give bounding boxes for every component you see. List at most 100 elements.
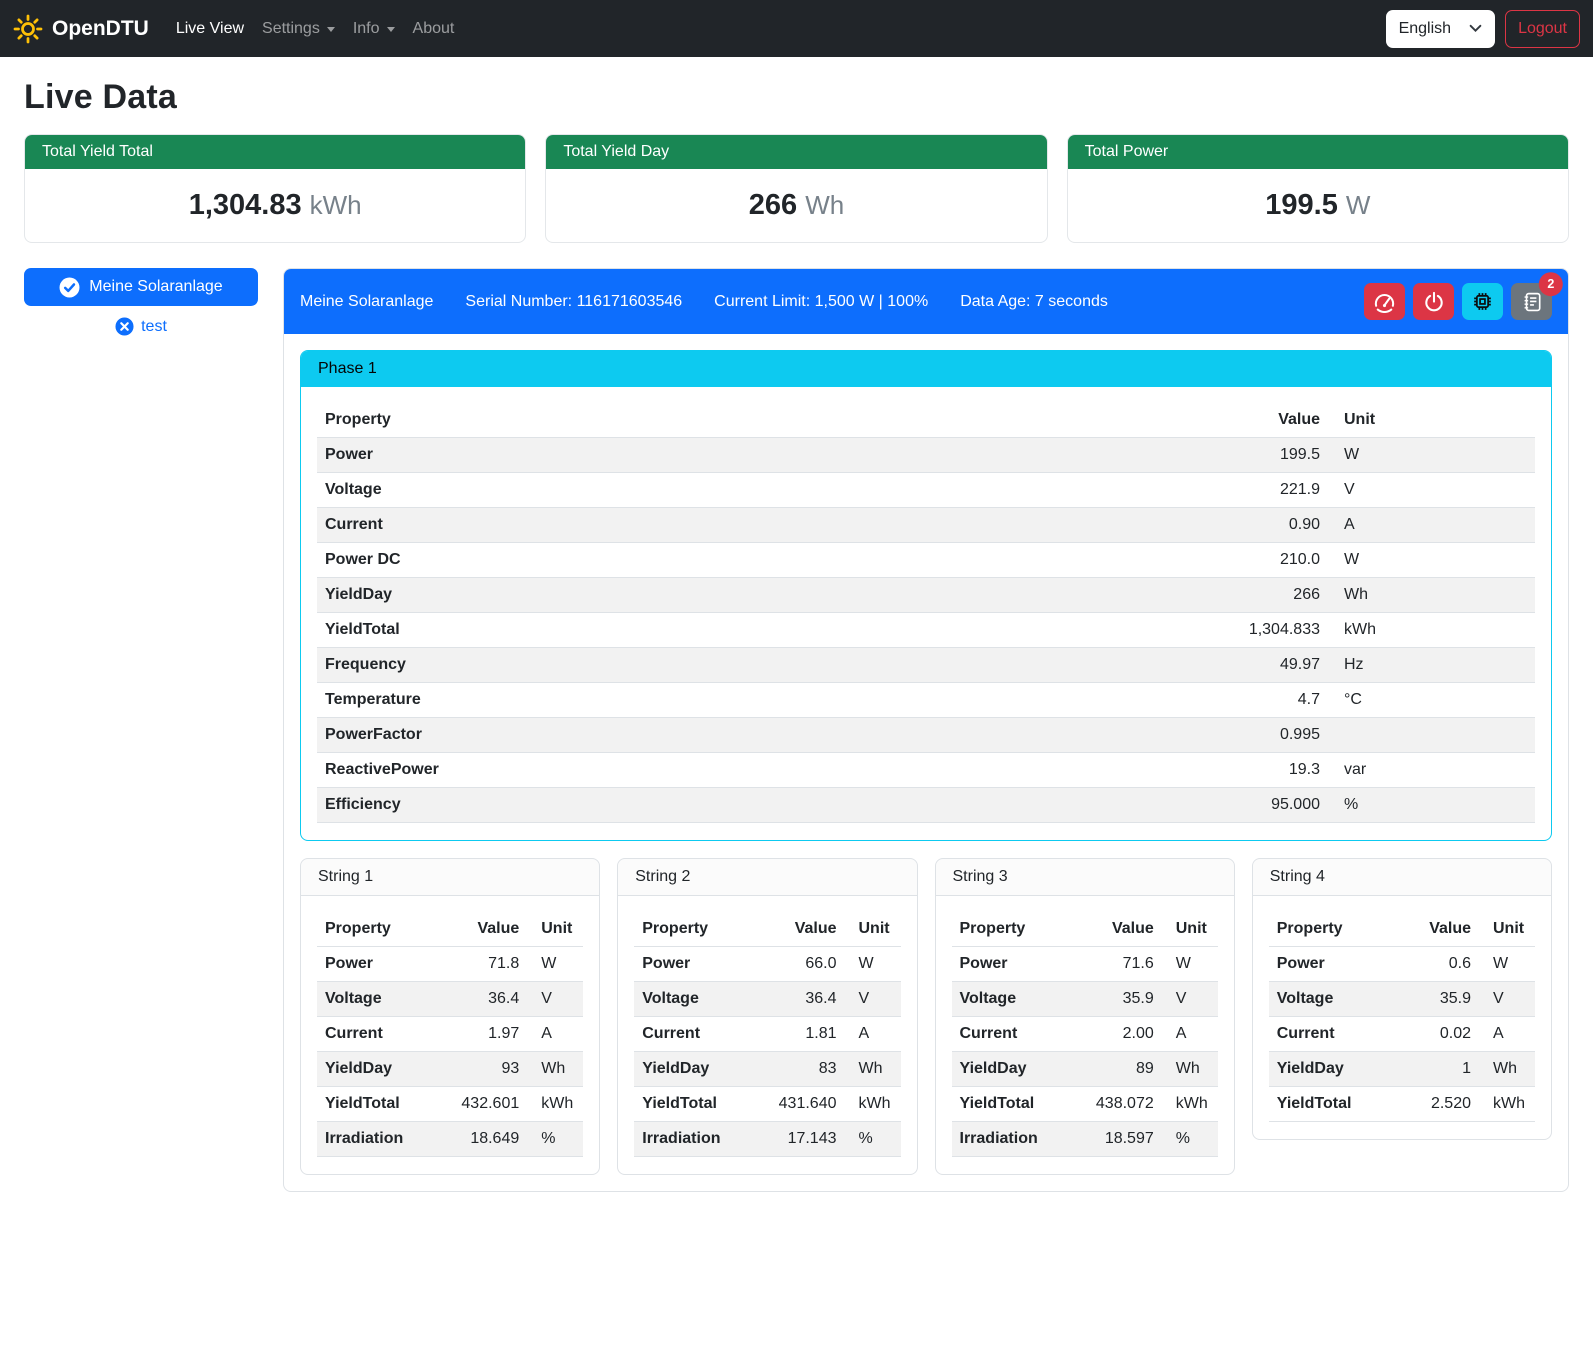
value-cell: 35.9 [1078,982,1162,1017]
table-row: Power0.6W [1269,947,1535,982]
value-cell: 18.597 [1078,1122,1162,1157]
column-header: Value [761,912,845,947]
limit-settings-button[interactable] [1364,283,1405,320]
table-row: Power199.5W [317,438,1535,473]
strings-row: String 1 PropertyValueUnitPower71.8WVolt… [300,858,1552,1175]
event-log-button[interactable]: 2 [1511,283,1552,320]
device-info-button[interactable] [1462,283,1503,320]
unit-cell: A [1162,1017,1218,1052]
summary-card-title: Total Power [1068,135,1568,169]
inverter-item-test[interactable]: test [24,317,258,336]
table-row: YieldDay266Wh [317,578,1535,613]
string-1-body: PropertyValueUnitPower71.8WVoltage36.4VC… [301,896,599,1157]
unit-cell: V [1479,982,1535,1017]
column-header: Value [1395,912,1479,947]
table-row: Voltage36.4V [634,982,900,1017]
table-row: Current2.00A [952,1017,1218,1052]
string-1-card: String 1 PropertyValueUnitPower71.8WVolt… [300,858,600,1175]
unit-cell: % [1162,1122,1218,1157]
unit-cell: A [845,1017,901,1052]
nav-item-info[interactable]: Info [344,12,404,46]
property-cell: YieldDay [317,578,1196,613]
table-row: Irradiation18.649% [317,1122,583,1157]
property-cell: Power [1269,947,1395,982]
value-cell: 0.6 [1395,947,1479,982]
value-cell: 18.649 [443,1122,527,1157]
power-icon [1423,291,1445,313]
property-cell: Efficiency [317,788,1196,823]
value-cell: 1 [1395,1052,1479,1087]
value-cell: 71.8 [443,947,527,982]
logout-button[interactable]: Logout [1505,10,1580,48]
summary-card-unit: kWh [310,190,362,220]
column-header: Unit [1328,403,1535,438]
unit-cell: Wh [1479,1052,1535,1087]
table-row: YieldTotal2.520kWh [1269,1087,1535,1122]
nav-item-label: Settings [262,20,320,38]
unit-cell: A [1479,1017,1535,1052]
page-title: Live Data [24,78,1569,117]
property-cell: Voltage [952,982,1078,1017]
unit-cell: A [527,1017,583,1052]
brand[interactable]: OpenDTU [13,14,149,44]
phase-1-title: Phase 1 [301,351,1551,387]
table-row: PowerFactor0.995 [317,718,1535,753]
nav-item-live-view[interactable]: Live View [167,12,253,46]
table-row: Irradiation17.143% [634,1122,900,1157]
unit-cell: % [1328,788,1535,823]
summary-card-body: 1,304.83kWh [25,169,525,242]
value-cell: 0.995 [1196,718,1328,753]
x-circle-icon [115,317,134,336]
property-cell: Voltage [317,982,443,1017]
table-row: YieldTotal432.601kWh [317,1087,583,1122]
string-2-card: String 2 PropertyValueUnitPower66.0WVolt… [617,858,917,1175]
unit-cell: A [1328,508,1535,543]
table-row: Voltage35.9V [952,982,1218,1017]
value-cell: 71.6 [1078,947,1162,982]
value-cell: 19.3 [1196,753,1328,788]
inverter-selected-label: Meine Solaranlage [89,278,222,296]
inverter-action-buttons: 2 [1364,283,1552,320]
value-cell: 4.7 [1196,683,1328,718]
table-row: YieldTotal1,304.833kWh [317,613,1535,648]
power-toggle-button[interactable] [1413,283,1454,320]
value-cell: 17.143 [761,1122,845,1157]
column-header: Property [952,912,1078,947]
language-select[interactable]: English [1386,10,1495,48]
nav-item-settings[interactable]: Settings [253,12,344,46]
unit-cell: % [845,1122,901,1157]
column-header: Property [317,403,1196,438]
string-2-title: String 2 [618,859,916,896]
column-header: Property [1269,912,1395,947]
inverter-data-age: Data Age: 7 seconds [960,293,1108,311]
table-row: Current0.02A [1269,1017,1535,1052]
value-cell: 2.520 [1395,1087,1479,1122]
property-cell: Irradiation [952,1122,1078,1157]
property-cell: Irradiation [317,1122,443,1157]
property-cell: YieldTotal [952,1087,1078,1122]
value-cell: 35.9 [1395,982,1479,1017]
column-header: Value [443,912,527,947]
inverter-selector-sidebar: Meine Solaranlage test [24,268,258,336]
speedometer-icon [1373,290,1396,313]
property-cell: Voltage [1269,982,1395,1017]
inverter-selected-button[interactable]: Meine Solaranlage [24,268,258,306]
string-4-body: PropertyValueUnitPower0.6WVoltage35.9VCu… [1253,896,1551,1122]
value-cell: 266 [1196,578,1328,613]
journal-events-icon [1521,291,1543,313]
nav-item-label: About [413,20,455,38]
property-cell: Power DC [317,543,1196,578]
nav-item-about[interactable]: About [404,12,464,46]
nav-item-label: Live View [176,20,244,38]
summary-card-value: 199.5 [1265,189,1338,221]
value-cell: 89 [1078,1052,1162,1087]
table-row: Efficiency95.000% [317,788,1535,823]
brand-label: OpenDTU [52,17,149,41]
value-cell: 93 [443,1052,527,1087]
summary-card-body: 266Wh [546,169,1046,242]
unit-cell: Wh [845,1052,901,1087]
navbar-right: English Logout [1386,10,1580,48]
table-row: YieldDay1Wh [1269,1052,1535,1087]
value-cell: 199.5 [1196,438,1328,473]
unit-cell: V [1162,982,1218,1017]
